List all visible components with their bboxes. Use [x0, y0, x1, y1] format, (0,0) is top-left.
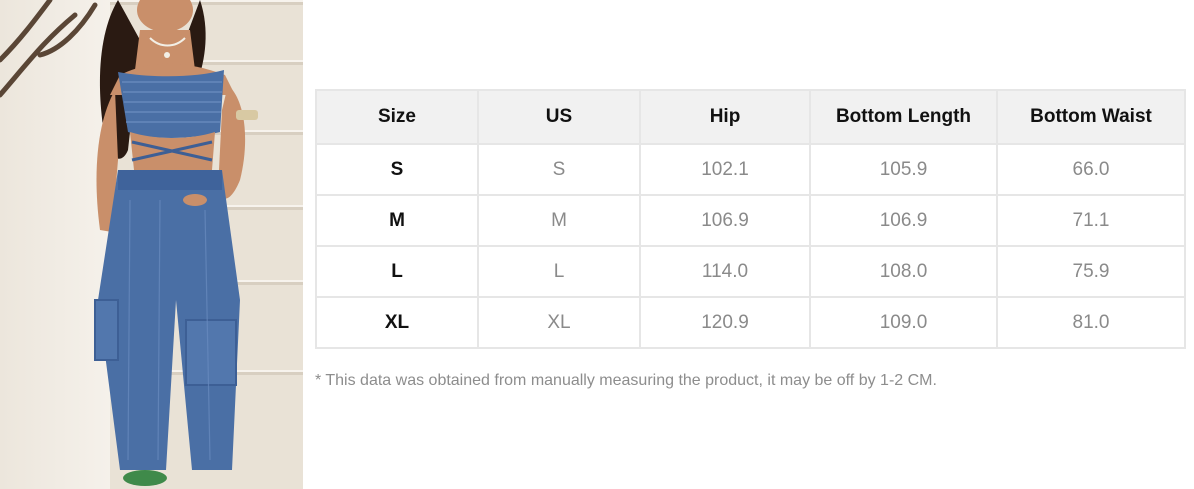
- table-row: S S 102.1 105.9 66.0: [315, 143, 1186, 196]
- product-photo: [0, 0, 303, 489]
- column-header: Size: [315, 89, 479, 145]
- hip-cell: 102.1: [639, 143, 811, 196]
- bottom-length-cell: 108.0: [809, 245, 998, 298]
- bottom-length-cell: 106.9: [809, 194, 998, 247]
- table-row: M M 106.9 106.9 71.1: [315, 194, 1186, 247]
- table-row: XL XL 120.9 109.0 81.0: [315, 296, 1186, 349]
- bottom-length-cell: 105.9: [809, 143, 998, 196]
- bottom-waist-cell: 75.9: [996, 245, 1186, 298]
- us-size-cell: XL: [477, 296, 641, 349]
- column-header: Hip: [639, 89, 811, 145]
- size-cell: M: [315, 194, 479, 247]
- hip-cell: 106.9: [639, 194, 811, 247]
- column-header: Bottom Waist: [996, 89, 1186, 145]
- measurement-note: * This data was obtained from manually m…: [315, 372, 937, 389]
- size-cell: XL: [315, 296, 479, 349]
- bottom-waist-cell: 66.0: [996, 143, 1186, 196]
- column-header: Bottom Length: [809, 89, 998, 145]
- us-size-cell: L: [477, 245, 641, 298]
- bottom-waist-cell: 81.0: [996, 296, 1186, 349]
- us-size-cell: S: [477, 143, 641, 196]
- size-chart-table: Size US Hip Bottom Length Bottom Waist S…: [315, 89, 1186, 349]
- bottom-waist-cell: 71.1: [996, 194, 1186, 247]
- bottom-length-cell: 109.0: [809, 296, 998, 349]
- model-figure: [0, 0, 258, 486]
- table-header-row: Size US Hip Bottom Length Bottom Waist: [315, 89, 1186, 145]
- table-row: L L 114.0 108.0 75.9: [315, 245, 1186, 298]
- size-cell: S: [315, 143, 479, 196]
- size-cell: L: [315, 245, 479, 298]
- us-size-cell: M: [477, 194, 641, 247]
- hip-cell: 114.0: [639, 245, 811, 298]
- hip-cell: 120.9: [639, 296, 811, 349]
- column-header: US: [477, 89, 641, 145]
